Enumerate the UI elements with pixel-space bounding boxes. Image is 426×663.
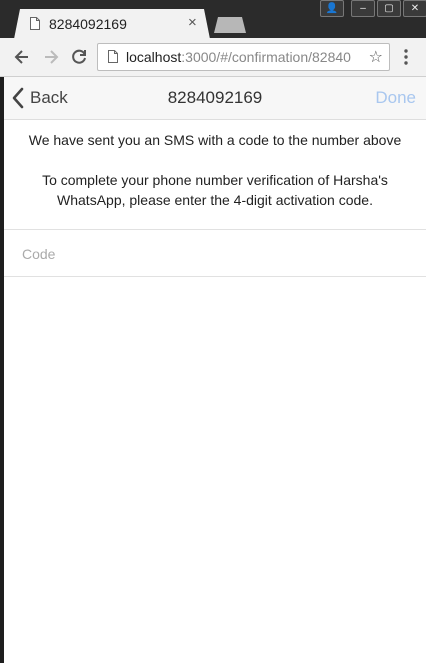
code-field-row [4,229,426,277]
maximize-button[interactable]: ▢ [377,0,401,17]
browser-title-bar: 8284092169 × 👤 – ▢ ✕ [0,0,426,39]
menu-icon[interactable] [398,48,414,66]
tab-close-icon[interactable]: × [188,14,197,32]
done-button[interactable]: Done [375,88,416,108]
star-icon[interactable]: ☆ [369,47,383,67]
code-input[interactable] [20,242,404,266]
tab-title: 8284092169 [49,16,127,32]
url-host: localhost [126,49,182,65]
browser-toolbar: localhost:3000/#/confirmation/82840 ☆ [0,38,426,77]
verification-instructions: To complete your phone number verificati… [42,172,388,208]
browser-tab[interactable]: 8284092169 × [14,9,210,39]
forward-arrow-icon[interactable] [41,47,61,67]
page-viewport: Back 8284092169 Done We have sent you an… [4,77,426,663]
url-text[interactable]: localhost:3000/#/confirmation/82840 [126,49,364,65]
back-arrow-icon[interactable] [12,47,32,67]
address-bar[interactable]: localhost:3000/#/confirmation/82840 ☆ [97,43,390,71]
user-icon[interactable]: 👤 [320,0,344,17]
minimize-button[interactable]: – [351,0,375,17]
page-icon [30,17,40,30]
url-path: :3000/#/confirmation/82840 [181,49,351,65]
new-tab-button[interactable] [214,17,246,33]
page-title: 8284092169 [167,88,263,107]
reload-icon[interactable] [69,47,89,67]
close-window-button[interactable]: ✕ [403,0,426,17]
app-header: Back 8284092169 Done [4,77,426,120]
sms-notice: We have sent you an SMS with a code to t… [28,132,402,148]
page-icon [108,50,118,63]
